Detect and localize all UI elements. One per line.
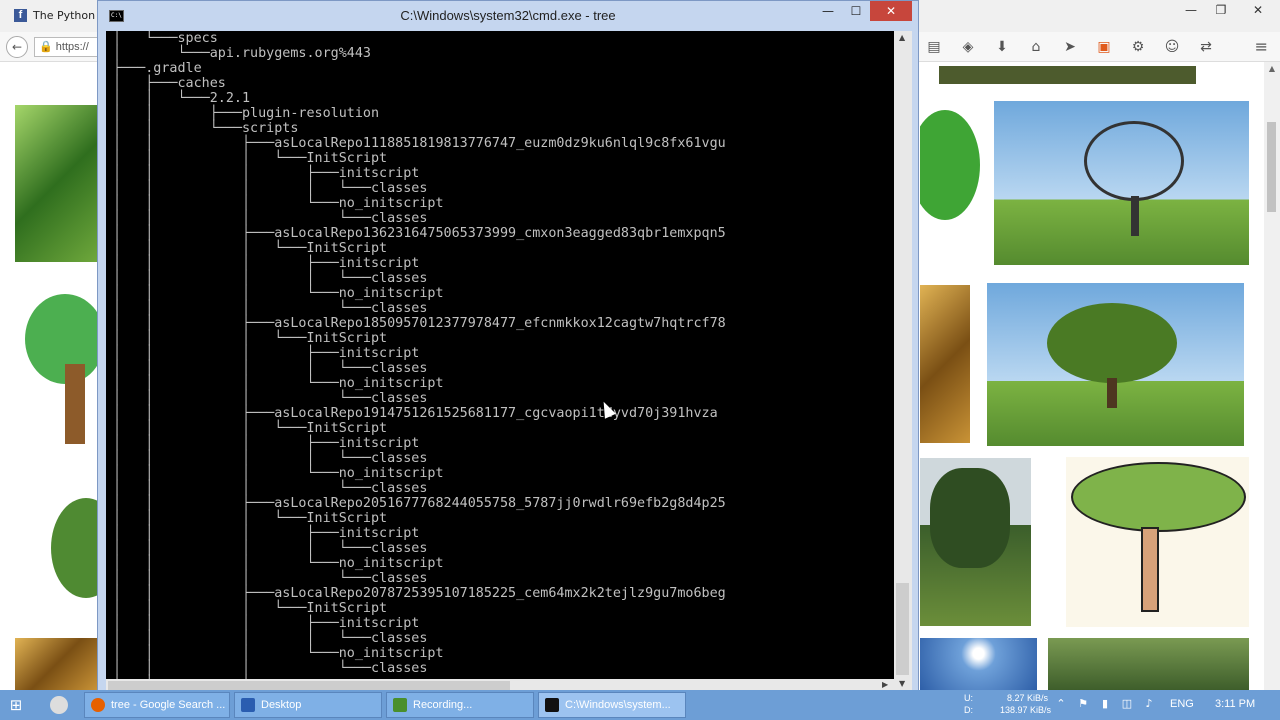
download-icon[interactable]: ⬇	[992, 37, 1012, 57]
browser-tab-title: The Python	[33, 8, 96, 22]
cmd-window: C:\ C:\Windows\system32\cmd.exe - tree —…	[97, 0, 919, 692]
taskbar-item-recording[interactable]: Recording...	[386, 692, 534, 718]
image-thumbnail[interactable]	[15, 105, 98, 262]
taskbar-item-label: Desktop	[261, 699, 302, 711]
reading-list-icon[interactable]: ▤	[924, 37, 944, 57]
image-thumbnail[interactable]	[15, 638, 98, 690]
url-bar[interactable]: 🔒 https://	[34, 37, 104, 57]
taskbar-item-label: tree - Google Search ...	[111, 699, 226, 711]
menu-icon[interactable]: ≡	[1255, 37, 1268, 56]
cmd-close-button[interactable]: ✕	[870, 1, 912, 21]
image-thumbnail[interactable]	[920, 100, 982, 270]
cmd-window-controls: — ☐ ✕	[814, 1, 912, 21]
image-thumbnail[interactable]	[15, 62, 98, 84]
image-thumbnail[interactable]	[1066, 457, 1249, 627]
desktop-icon	[241, 698, 255, 712]
pocket-icon[interactable]: ◈	[958, 37, 978, 57]
image-thumbnail[interactable]	[920, 638, 1037, 690]
system-clock[interactable]: 3:11 PM	[1215, 698, 1255, 710]
network-icon[interactable]: ◫	[1120, 696, 1134, 712]
show-hidden-icons-icon[interactable]: ⌃	[1054, 696, 1068, 712]
image-thumbnail[interactable]	[1048, 638, 1249, 690]
scroll-right-arrow-icon[interactable]: ▶	[882, 680, 888, 689]
browser-toolbar-icons: ▤ ◈ ⬇ ⌂ ➤ ▣ ⚙ ☺ ⇄	[924, 37, 1216, 57]
battery-icon[interactable]: ▮	[1098, 696, 1112, 712]
security-icon[interactable]: ⚑	[1076, 696, 1090, 712]
share-icon[interactable]: ⇄	[1196, 37, 1216, 57]
cmd-maximize-button[interactable]: ☐	[842, 1, 870, 21]
extension-icon[interactable]: ▣	[1094, 37, 1114, 57]
taskbar-item-label: Recording...	[413, 699, 473, 711]
recording-icon	[393, 698, 407, 712]
cmd-horizontal-scroll-thumb[interactable]	[108, 681, 510, 690]
language-indicator[interactable]: ENG	[1170, 698, 1194, 710]
taskbar-item-cmd[interactable]: C:\Windows\system...	[538, 692, 686, 718]
network-stats-labels: U: D:	[964, 693, 973, 715]
browser-tab[interactable]: f The Python	[14, 4, 95, 26]
image-thumbnail[interactable]	[15, 284, 98, 446]
back-button[interactable]: ←	[6, 36, 28, 58]
browser-window-controls: — ❐ ✕	[1176, 0, 1280, 20]
firefox-icon	[91, 698, 105, 712]
home-icon[interactable]: ⌂	[1026, 37, 1046, 57]
cmd-title: C:\Windows\system32\cmd.exe - tree	[400, 8, 616, 23]
browser-maximize-button[interactable]: ❐	[1206, 0, 1236, 20]
taskbar: ⊞ tree - Google Search ... Desktop Recor…	[0, 690, 1280, 720]
scroll-up-arrow-icon[interactable]: ▲	[1264, 62, 1280, 76]
system-tray: ⌃ ⚑ ▮ ◫ ♪	[1054, 696, 1156, 712]
taskbar-item-desktop[interactable]: Desktop	[234, 692, 382, 718]
volume-icon[interactable]: ♪	[1142, 696, 1156, 712]
pinned-app-icon[interactable]	[50, 696, 68, 714]
browser-minimize-button[interactable]: —	[1176, 0, 1206, 20]
image-thumbnail[interactable]	[939, 66, 1196, 84]
image-thumbnail[interactable]	[21, 458, 98, 626]
taskbar-item-label: C:\Windows\system...	[565, 699, 671, 711]
scroll-up-arrow-icon[interactable]: ▲	[899, 33, 905, 42]
facebook-icon: f	[14, 8, 27, 22]
addon-icon[interactable]: ⚙	[1128, 37, 1148, 57]
start-button[interactable]: ⊞	[8, 697, 24, 713]
cmd-vertical-scroll-thumb[interactable]	[896, 583, 909, 675]
image-thumbnail[interactable]	[994, 101, 1249, 265]
cmd-vertical-scrollbar[interactable]: ▲ ▼	[894, 31, 912, 691]
image-thumbnail[interactable]	[920, 285, 970, 443]
send-icon[interactable]: ➤	[1060, 37, 1080, 57]
browser-scrollbar[interactable]: ▲	[1264, 62, 1280, 690]
browser-scroll-thumb[interactable]	[1267, 122, 1276, 212]
browser-close-button[interactable]: ✕	[1236, 0, 1280, 20]
network-stats-rates: 8.27 KiB/s 138.97 KiB/s	[1000, 693, 1052, 715]
cmd-minimize-button[interactable]: —	[814, 1, 842, 21]
image-thumbnail[interactable]	[987, 283, 1244, 446]
taskbar-item-firefox[interactable]: tree - Google Search ...	[84, 692, 230, 718]
scroll-down-arrow-icon[interactable]: ▼	[899, 679, 905, 688]
url-text: https://	[55, 41, 89, 53]
image-thumbnail[interactable]	[920, 458, 1031, 626]
cmd-icon	[545, 698, 559, 712]
cmd-console[interactable]: │ └───specs │ └───api.rubygems.org%443 ├…	[106, 31, 894, 679]
cmd-titlebar[interactable]: C:\ C:\Windows\system32\cmd.exe - tree —…	[98, 1, 918, 31]
console-output: │ └───specs │ └───api.rubygems.org%443 ├…	[113, 31, 726, 679]
emoji-icon[interactable]: ☺	[1162, 37, 1182, 57]
